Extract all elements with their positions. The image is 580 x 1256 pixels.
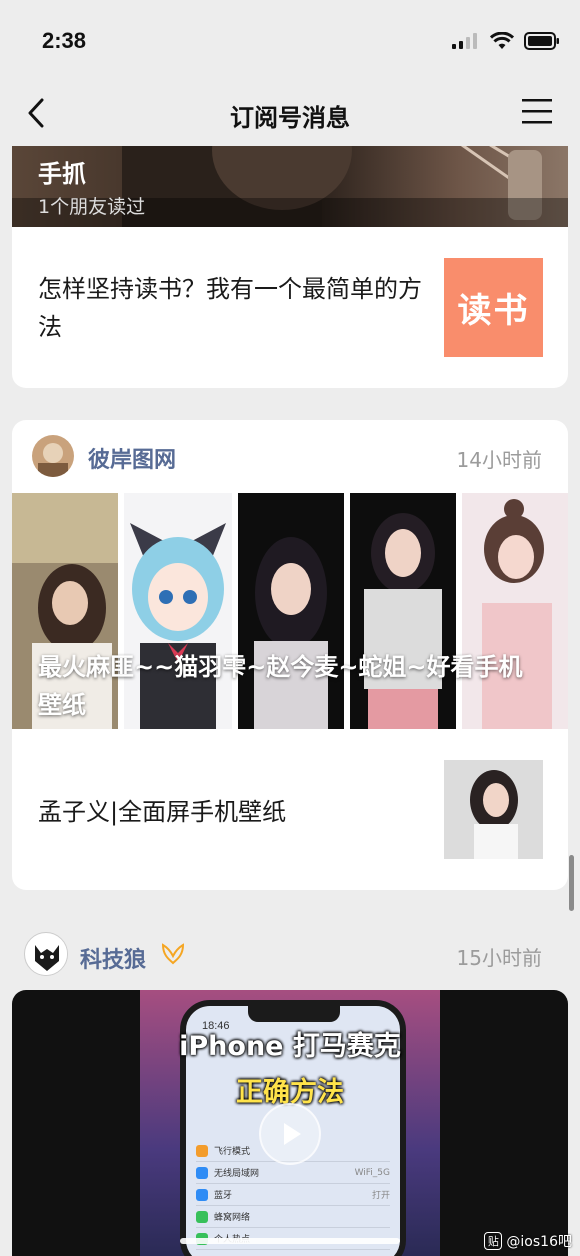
article-title[interactable]: 孟子义|全面屏手机壁纸 [38, 792, 286, 827]
photo-caption[interactable]: 最火麻匪~~猫羽雫~赵今麦~蛇姐~好看手机壁纸 [38, 648, 538, 724]
bluetooth-icon [196, 1188, 208, 1201]
post-time: 14小时前 [456, 448, 542, 472]
wifi-icon [490, 32, 514, 49]
wolf-icon [26, 934, 67, 975]
verified-badge-icon [161, 943, 185, 965]
status-icons [452, 32, 560, 50]
hero-title: 手抓 [38, 160, 86, 188]
settings-value: WiFi_5G [354, 1167, 390, 1178]
friends-read-count: 1个朋友读过 [38, 196, 146, 218]
settings-label: 飞行模式 [214, 1147, 251, 1157]
tieba-logo: 贴 [484, 1232, 503, 1250]
home-indicator[interactable] [180, 1238, 400, 1244]
settings-label: 蜂窝网络 [214, 1213, 251, 1223]
settings-row: 蜂窝网络 [196, 1206, 390, 1228]
status-time: 2:38 [42, 28, 87, 53]
wifi-icon [196, 1166, 208, 1179]
play-button[interactable] [259, 1103, 321, 1165]
article-thumbnail[interactable]: 读书 [444, 258, 543, 357]
page-title: 订阅号消息 [230, 104, 350, 132]
article-thumbnail[interactable] [444, 760, 543, 859]
account-name[interactable]: 科技狼 [80, 942, 146, 974]
status-bar: 2:38 [0, 0, 580, 80]
nav-bar: 订阅号消息 [0, 80, 580, 146]
menu-icon[interactable] [522, 98, 552, 124]
play-icon [284, 1123, 301, 1145]
phone-notch [248, 1006, 340, 1022]
article-card[interactable]: 手抓 1个朋友读过 怎样坚持读书？我有一个最简单的方法 读书 [12, 110, 568, 388]
airplane-icon [196, 1144, 208, 1157]
video-card[interactable]: 18:46 飞行模式 无线局域网 WiFi_5G 蓝牙 打开 蜂窝网络 iPho… [12, 990, 568, 1256]
watermark: 贴 @ios16吧 [484, 1230, 572, 1252]
post-time: 15小时前 [456, 946, 542, 970]
watermark-text: @ios16吧 [506, 1234, 572, 1250]
battery-icon [524, 32, 559, 50]
article-card[interactable]: 彼岸图网 14小时前 最火麻匪~~猫羽雫~赵今麦~蛇姐~好看手机壁纸 孟子义|全… [12, 420, 568, 890]
article-title[interactable]: 怎样坚持读书？我有一个最简单的方法 [38, 270, 428, 346]
account-avatar[interactable] [32, 435, 74, 477]
settings-row: 蓝牙 打开 [196, 1184, 390, 1206]
settings-label: 蓝牙 [214, 1191, 233, 1201]
account-header: 科技狼 15小时前 [0, 918, 580, 988]
cellular-icon [196, 1210, 208, 1223]
settings-label: 无线局域网 [214, 1169, 260, 1179]
account-avatar[interactable] [24, 932, 68, 976]
video-title: iPhone 打马赛克 [179, 1031, 401, 1062]
settings-value: 打开 [371, 1191, 390, 1201]
account-name[interactable]: 彼岸图网 [88, 442, 176, 474]
scrollbar[interactable] [569, 855, 574, 911]
cellular-signal-icon [452, 33, 477, 49]
